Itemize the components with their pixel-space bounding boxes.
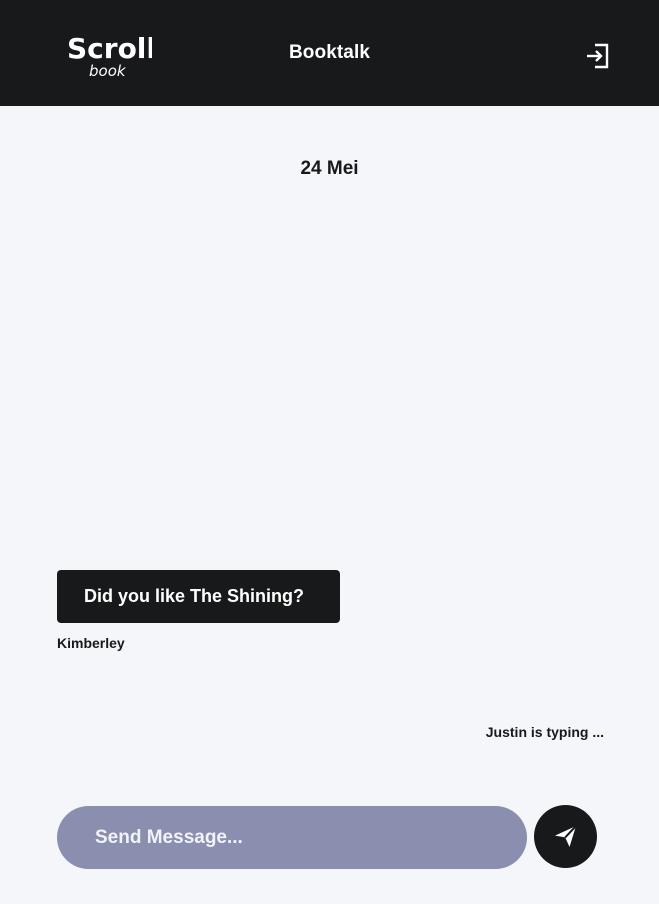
typing-indicator: Justin is typing ...	[485, 724, 604, 740]
send-button[interactable]	[534, 805, 597, 868]
send-icon	[555, 825, 577, 847]
chat-message-bubble: Did you like The Shining?	[57, 570, 340, 623]
chat-date-label: 24 Mei	[300, 158, 359, 179]
logout-button[interactable]	[580, 39, 614, 73]
message-input[interactable]	[57, 806, 527, 869]
logout-icon	[587, 43, 609, 69]
page-title: Booktalk	[288, 42, 371, 63]
app-header: Scroll book Booktalk	[0, 0, 659, 106]
svg-text:book: book	[89, 62, 127, 80]
chat-message-author: Kimberley	[57, 635, 125, 651]
chat-message-text: Did you like The Shining?	[84, 586, 305, 606]
